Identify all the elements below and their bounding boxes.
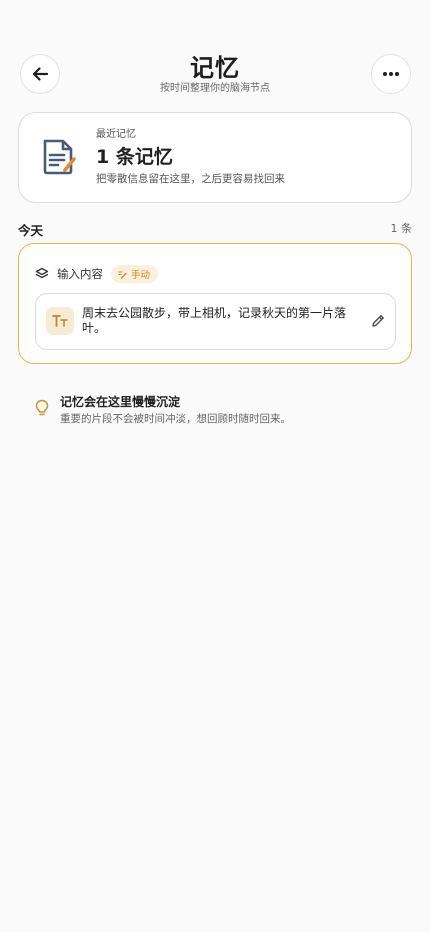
memory-card[interactable]: 输入内容 手动 周末去公园散步，带上相机，记录秋天的第一片落叶。 xyxy=(18,243,412,364)
layers-icon xyxy=(35,267,49,279)
memory-note[interactable]: 周末去公园散步，带上相机，记录秋天的第一片落叶。 xyxy=(35,293,396,350)
section-count: 1 条 xyxy=(390,222,413,235)
note-text: 周末去公园散步，带上相机，记录秋天的第一片落叶。 xyxy=(82,306,347,335)
memory-card-head: 输入内容 手动 xyxy=(35,264,159,284)
tip-body: 重要的片段不会被时间冲淡，想回顾时随时回来。 xyxy=(60,413,291,425)
section-title: 今天 xyxy=(18,223,44,238)
title-block: 记忆 按时间整理你的脑海节点 xyxy=(0,54,430,96)
edit-small-icon xyxy=(118,270,127,279)
summary-text: 最近记忆 1 条记忆 把零散信息留在这里，之后更容易找回来 xyxy=(96,128,285,187)
tip-title: 记忆会在这里慢慢沉淀 xyxy=(60,395,181,409)
text-type-icon xyxy=(46,307,74,335)
badge-label: 手动 xyxy=(131,270,151,281)
source-label: 输入内容 xyxy=(57,267,103,281)
page-subtitle: 按时间整理你的脑海节点 xyxy=(160,83,270,94)
more-button[interactable] xyxy=(371,54,411,94)
summary-card: 最近记忆 1 条记忆 把零散信息留在这里，之后更容易找回来 xyxy=(18,112,412,203)
summary-hint: 把零散信息留在这里，之后更容易找回来 xyxy=(96,173,285,185)
lightbulb-icon xyxy=(35,399,49,416)
section-header: 今天 1 条 xyxy=(18,218,412,238)
pencil-icon[interactable] xyxy=(370,313,386,329)
header: 记忆 按时间整理你的脑海节点 xyxy=(0,54,430,96)
summary-count: 1 条记忆 xyxy=(96,146,173,168)
page-title: 记忆 xyxy=(190,54,240,82)
more-horizontal-icon xyxy=(383,72,399,76)
tip-block: 记忆会在这里慢慢沉淀 重要的片段不会被时间冲淡，想回顾时随时回来。 xyxy=(34,392,414,432)
manual-badge: 手动 xyxy=(111,265,159,283)
summary-label: 最近记忆 xyxy=(96,129,136,140)
note-edit-icon xyxy=(43,139,76,175)
